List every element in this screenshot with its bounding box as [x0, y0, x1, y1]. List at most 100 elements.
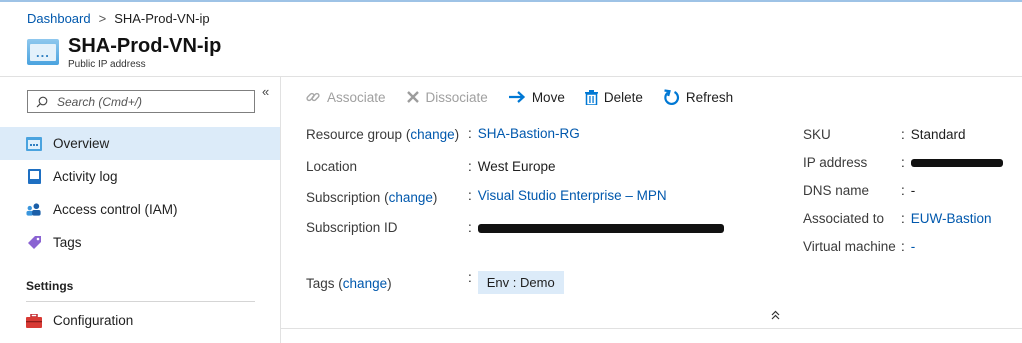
resource-group-label: Resource group (change) — [306, 127, 459, 142]
redacted-ip-address — [910, 159, 1003, 168]
colon: : — [901, 211, 905, 226]
refresh-icon — [663, 88, 680, 106]
associated-to-label: Associated to — [803, 211, 885, 226]
tags-label-text: Tags — [306, 276, 335, 291]
collapse-essentials-button[interactable] — [771, 309, 780, 323]
refresh-button[interactable]: Refresh — [663, 88, 734, 106]
resource-header: SHA-Prod-VN-ip Public IP address — [27, 34, 221, 74]
resource-type: Public IP address — [68, 59, 146, 70]
subscription-change-link[interactable]: change — [389, 190, 433, 205]
virtual-machine-label: Virtual machine — [803, 239, 896, 254]
sidebar-item-label: Configuration — [53, 313, 134, 328]
search-icon — [36, 96, 48, 107]
sku-value: : Standard — [901, 127, 966, 142]
tags-label: Tags (change) — [306, 276, 392, 291]
dissociate-label: Dissociate — [425, 89, 488, 105]
sidebar-item-iam[interactable]: Access control (IAM) — [0, 193, 280, 226]
sku-text: Standard — [910, 127, 966, 142]
tag-icon — [26, 235, 42, 251]
sidebar-item-label: Access control (IAM) — [53, 202, 178, 217]
chevron-double-up-icon — [771, 310, 780, 320]
sidebar-item-label: Tags — [53, 235, 82, 250]
colon: : — [468, 126, 472, 141]
tags-change-link[interactable]: change — [343, 276, 387, 291]
activity-log-icon — [26, 169, 42, 185]
colon: : — [468, 159, 472, 174]
subscription-value: : Visual Studio Enterprise – MPN — [468, 188, 667, 203]
colon: : — [901, 127, 905, 142]
sidebar-item-label: Activity log — [53, 169, 118, 184]
sidebar-item-activity-log[interactable]: Activity log — [0, 160, 280, 193]
sidebar-settings-list: Configuration — [0, 304, 280, 337]
sidebar-divider — [280, 77, 281, 343]
subscription-id-label: Subscription ID — [306, 220, 398, 235]
sidebar-item-configuration[interactable]: Configuration — [0, 304, 280, 337]
dns-name-value: :- — [901, 183, 915, 198]
resource-group-label-text: Resource group — [306, 127, 403, 142]
colon: : — [468, 220, 472, 235]
sidebar-section-divider — [26, 301, 255, 302]
header-divider — [0, 76, 1022, 77]
breadcrumb-separator: > — [98, 10, 107, 26]
sku-label: SKU — [803, 127, 831, 142]
dns-text: - — [910, 183, 916, 198]
breadcrumb-dashboard-link[interactable]: Dashboard — [27, 11, 91, 26]
associate-label: Associate — [327, 89, 386, 105]
essentials-bottom-divider — [281, 328, 1022, 329]
sidebar-item-label: Overview — [53, 136, 110, 151]
associate-button[interactable]: Associate — [305, 89, 386, 105]
dns-name-label: DNS name — [803, 183, 870, 198]
associated-to-value: : EUW-Bastion — [901, 211, 992, 226]
toolbox-icon — [26, 313, 42, 329]
search-input[interactable] — [57, 94, 237, 109]
x-icon — [406, 90, 420, 104]
trash-icon — [584, 89, 598, 105]
paren-close: ) — [432, 190, 438, 205]
sidebar-nav: Overview Activity log Access control (IA… — [0, 127, 280, 259]
dissociate-button[interactable]: Dissociate — [406, 90, 488, 105]
collapse-sidebar-button[interactable]: « — [262, 84, 269, 99]
subscription-label-text: Subscription — [306, 190, 381, 205]
breadcrumb-current: SHA-Prod-VN-ip — [114, 10, 210, 26]
search-box[interactable] — [27, 90, 255, 113]
sidebar-section-settings: Settings — [26, 279, 74, 293]
colon: : — [901, 155, 905, 170]
paren-close: ) — [387, 276, 392, 291]
associated-to-link[interactable]: EUW-Bastion — [911, 211, 992, 226]
ip-address-label: IP address — [803, 155, 868, 170]
public-ip-icon — [27, 39, 59, 65]
delete-button[interactable]: Delete — [584, 89, 643, 105]
colon: : — [901, 239, 905, 254]
arrow-right-icon — [508, 90, 526, 104]
colon: : — [468, 188, 472, 203]
top-accent-strip — [0, 0, 1022, 2]
command-bar: Associate Dissociate Move Delete Refresh — [305, 85, 753, 109]
ip-address-value: : — [901, 155, 1003, 170]
iam-icon — [26, 202, 42, 218]
virtual-machine-link[interactable]: - — [911, 239, 916, 254]
breadcrumb: Dashboard > SHA-Prod-VN-ip — [27, 9, 210, 27]
sidebar-item-overview[interactable]: Overview — [0, 127, 280, 160]
redacted-subscription-id — [477, 223, 724, 233]
resource-group-value: : SHA-Bastion-RG — [468, 126, 580, 141]
colon: : — [468, 270, 472, 285]
overview-icon — [26, 136, 42, 152]
refresh-label: Refresh — [685, 89, 734, 105]
subscription-label: Subscription (change) — [306, 190, 437, 205]
location-value: : West Europe — [468, 159, 556, 174]
sidebar-item-tags[interactable]: Tags — [0, 226, 280, 259]
location-text: West Europe — [477, 159, 556, 174]
delete-label: Delete — [603, 89, 643, 105]
virtual-machine-value: :- — [901, 239, 915, 254]
tag-chip[interactable]: Env : Demo — [477, 271, 564, 294]
location-label: Location — [306, 159, 358, 174]
paren-close: ) — [454, 127, 460, 142]
colon: : — [901, 183, 905, 198]
move-button[interactable]: Move — [508, 90, 565, 105]
resource-group-change-link[interactable]: change — [410, 127, 454, 142]
tags-value: : Env : Demo — [468, 270, 564, 294]
resource-group-link[interactable]: SHA-Bastion-RG — [478, 126, 580, 141]
subscription-id-value: : — [468, 220, 724, 235]
subscription-link[interactable]: Visual Studio Enterprise – MPN — [478, 188, 667, 203]
move-label: Move — [531, 89, 565, 105]
